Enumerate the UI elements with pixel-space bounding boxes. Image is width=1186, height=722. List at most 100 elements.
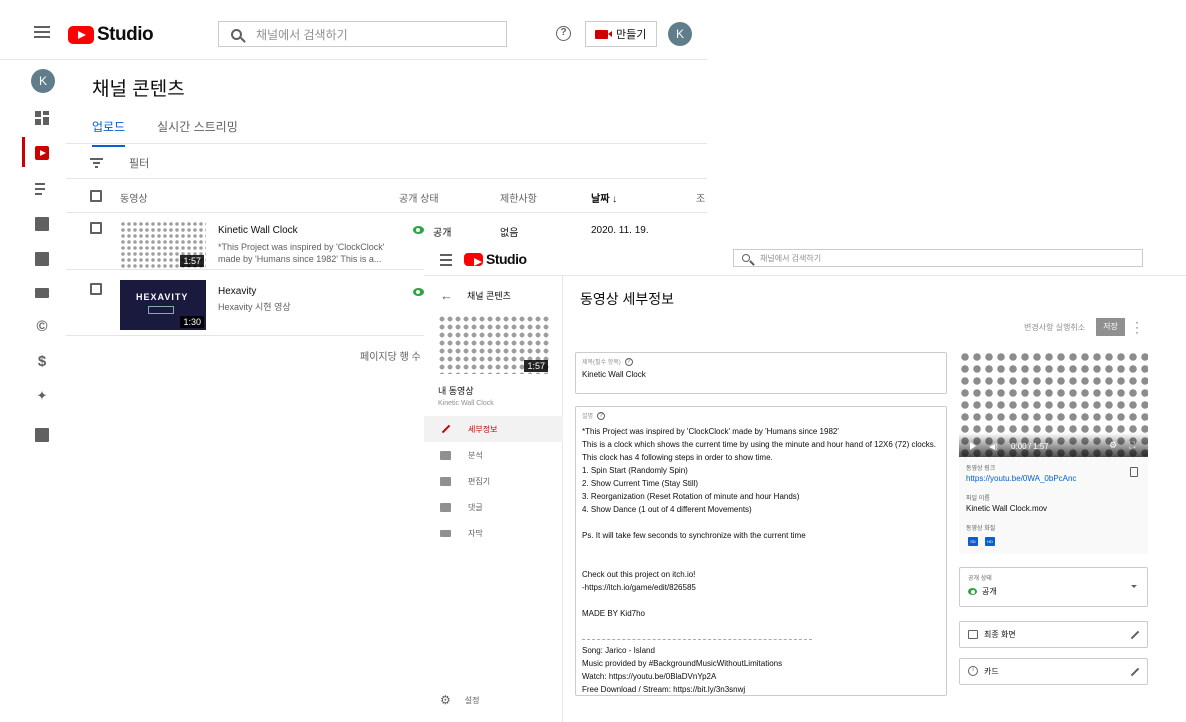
nav-details[interactable]: 세부정보 [424, 416, 563, 442]
description-line [582, 594, 936, 607]
visibility-select[interactable]: 공개 상태 공개 [959, 567, 1148, 607]
description-line: 3. Reorganization (Reset Rotation of min… [582, 492, 800, 501]
copyright-icon[interactable]: © [32, 318, 52, 335]
video-link[interactable]: https://youtu.be/0WA_0bPcAnc [966, 474, 1076, 483]
video-thumbnail[interactable]: HEXAVITY 1:30 [120, 280, 206, 330]
audio-library-icon[interactable] [35, 428, 49, 442]
nav-comments-label: 댓글 [468, 502, 483, 512]
create-label: 만들기 [616, 29, 647, 41]
title-input[interactable]: Kinetic Wall Clock [582, 370, 646, 379]
chevron-down-icon[interactable] [1131, 585, 1137, 588]
subtitles-icon[interactable] [35, 288, 49, 298]
copy-icon[interactable] [1130, 467, 1138, 477]
visibility-value[interactable]: 공개 [433, 224, 451, 239]
filter-label[interactable]: 필터 [129, 155, 149, 171]
column-visibility[interactable]: 공개 상태 [399, 190, 439, 205]
undo-changes-button[interactable]: 변경사항 실행취소 [1024, 322, 1085, 333]
column-views[interactable]: 조 [696, 190, 705, 205]
nav-subtitles[interactable]: 자막 [424, 520, 563, 546]
content-icon[interactable] [35, 146, 49, 160]
nav-comments[interactable]: 댓글 [424, 494, 563, 520]
select-all-checkbox[interactable] [90, 190, 102, 202]
column-restrictions[interactable]: 제한사항 [500, 190, 537, 205]
video-description: Hexavity 시현 영상 [218, 302, 291, 312]
channel-search-input[interactable]: 채널에서 검색하기 [733, 249, 1143, 267]
editor-icon [440, 476, 451, 486]
video-thumbnail[interactable]: 1:57 [120, 221, 206, 269]
dashboard-icon[interactable] [35, 111, 49, 125]
logo-text: Studio [97, 24, 154, 45]
description-textarea[interactable]: *This Project was inspired by 'ClockCloc… [582, 425, 936, 696]
description-divider [582, 639, 812, 640]
more-options-icon[interactable]: · · · [1135, 316, 1141, 338]
your-video-label: 내 동영상 [438, 386, 474, 396]
help-icon[interactable]: ? [556, 26, 571, 41]
page-title: 동영상 세부정보 [580, 291, 675, 307]
description-line: Check out this project on itch.io! [582, 570, 696, 579]
visibility-value: 공개 [968, 586, 997, 597]
studio-logo[interactable]: Studio [464, 251, 527, 267]
description-field[interactable]: 설명? *This Project was inspired by 'Clock… [575, 406, 947, 696]
create-button[interactable]: 만들기 [585, 21, 657, 47]
menu-icon[interactable] [34, 26, 50, 38]
video-link-label: 동영상 링크 [966, 466, 996, 472]
column-date[interactable]: 날짜 ↓ [591, 190, 617, 205]
nav-editor[interactable]: 편집기 [424, 468, 563, 494]
play-icon[interactable] [970, 442, 976, 450]
settings-label: 설정 [464, 695, 480, 705]
monetization-icon[interactable]: $ [32, 353, 52, 370]
hd-badge: HD [985, 537, 995, 546]
nav-details-label: 세부정보 [468, 424, 498, 434]
logo-text: Studio [486, 251, 527, 267]
playlist-icon[interactable] [35, 182, 49, 196]
public-eye-icon [413, 288, 424, 296]
description-line: Ps. It will take few seconds to synchron… [582, 531, 806, 540]
edit-pencil-icon[interactable] [1130, 630, 1140, 640]
studio-logo[interactable]: Studio [68, 24, 154, 46]
channel-avatar[interactable]: K [31, 69, 55, 93]
filter-icon[interactable] [90, 158, 103, 168]
row-checkbox[interactable] [90, 283, 102, 295]
visibility-label: 공개 상태 [968, 576, 992, 582]
customization-icon[interactable]: ✦ [32, 388, 52, 404]
rows-per-page-label: 페이지당 행 수 [360, 352, 421, 363]
description-line [582, 555, 936, 568]
back-to-channel-content[interactable]: ← 채널 콘텐츠 [440, 288, 511, 303]
side-rail: K © $ ✦ [22, 60, 66, 460]
back-arrow-icon[interactable]: ← [440, 288, 453, 303]
title-field[interactable]: 제목(필수 항목)? Kinetic Wall Clock [575, 352, 947, 394]
search-placeholder: 채널에서 검색하기 [256, 27, 348, 42]
menu-icon[interactable] [440, 254, 452, 266]
comments-icon[interactable] [35, 252, 49, 266]
back-label[interactable]: 채널 콘텐츠 [467, 289, 511, 302]
end-screen-option[interactable]: 최종 화면 [959, 621, 1148, 648]
volume-icon[interactable]: ◀) [989, 442, 998, 451]
title-label-text: 제목(필수 항목) [582, 360, 621, 366]
video-title[interactable]: Kinetic Wall Clock [218, 225, 298, 236]
save-button[interactable]: 저장 [1096, 318, 1125, 336]
cards-option[interactable]: i 카드 [959, 658, 1148, 685]
channel-search-input[interactable]: 채널에서 검색하기 [218, 21, 507, 47]
nav-analytics[interactable]: 분석 [424, 442, 563, 468]
fullscreen-icon[interactable]: ⛶ [1129, 440, 1135, 451]
video-thumbnail[interactable]: 1:57 [438, 315, 550, 374]
restrictions-value: 없음 [500, 228, 519, 239]
video-sidebar: ← 채널 콘텐츠 1:57 내 동영상 Kinetic Wall Clock 세… [424, 276, 563, 722]
filter-bar[interactable]: 필터 [66, 143, 707, 179]
page-title: 채널 콘텐츠 [92, 79, 185, 100]
edit-pencil-icon[interactable] [1130, 667, 1140, 677]
description-line: Watch: https://youtu.be/0BlaDVnYp2A [582, 672, 717, 681]
settings-gear-icon[interactable]: ⚙ [1109, 440, 1117, 451]
help-icon[interactable]: ? [624, 358, 633, 367]
end-screen-label: 최종 화면 [984, 630, 1016, 639]
video-title[interactable]: Hexavity [218, 286, 256, 297]
analytics-icon[interactable] [35, 217, 49, 231]
video-player[interactable]: ◀) 0:00 / 1:57 ⚙ ⛶ [959, 351, 1148, 457]
row-checkbox[interactable] [90, 222, 102, 234]
settings-link[interactable]: ⚙ 설정 [440, 693, 480, 707]
account-avatar[interactable]: K [668, 22, 692, 46]
help-icon[interactable]: ? [597, 412, 606, 421]
hexavity-thumb-graphic [148, 306, 174, 314]
cards-label: 카드 [984, 667, 999, 676]
title-field-label: 제목(필수 항목)? [582, 357, 633, 367]
